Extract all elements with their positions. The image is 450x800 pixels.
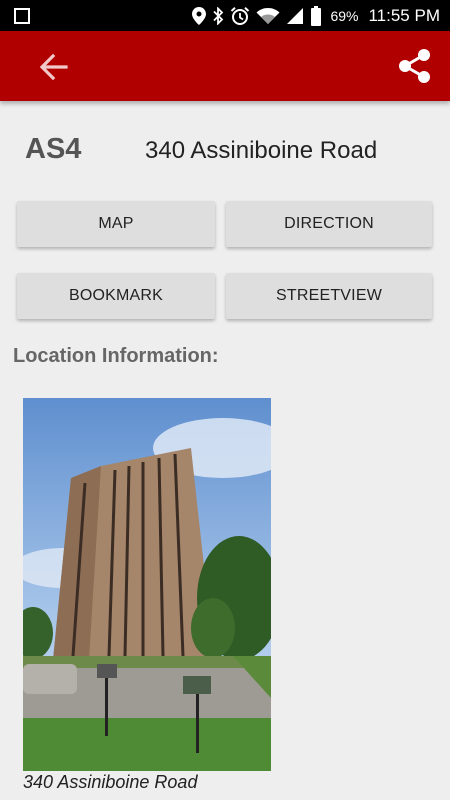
signal-icon [286,7,304,25]
share-icon [396,49,434,89]
location-code: AS4 [25,133,82,165]
clock: 11:55 PM [368,5,440,25]
direction-button[interactable]: DIRECTION [226,201,432,247]
bookmark-button[interactable]: BOOKMARK [17,273,215,319]
battery-percent: 69% [330,7,359,24]
map-button[interactable]: MAP [17,201,215,247]
back-button[interactable] [36,49,72,85]
wifi-icon [256,7,280,25]
bluetooth-icon [212,6,224,25]
location-icon [192,6,207,25]
back-arrow-icon [36,53,72,89]
building-photo [23,398,271,771]
square-icon [14,7,30,24]
location-information-heading: Location Information: [13,345,219,367]
battery-icon [310,5,322,26]
share-button[interactable] [396,47,434,85]
status-bar: 69% 11:55 PM [0,0,450,31]
photo-caption: 340 Assiniboine Road [23,772,198,792]
app-bar [0,31,450,101]
alarm-icon [230,6,250,26]
location-address: 340 Assiniboine Road [145,137,378,164]
streetview-button[interactable]: STREETVIEW [226,273,432,319]
